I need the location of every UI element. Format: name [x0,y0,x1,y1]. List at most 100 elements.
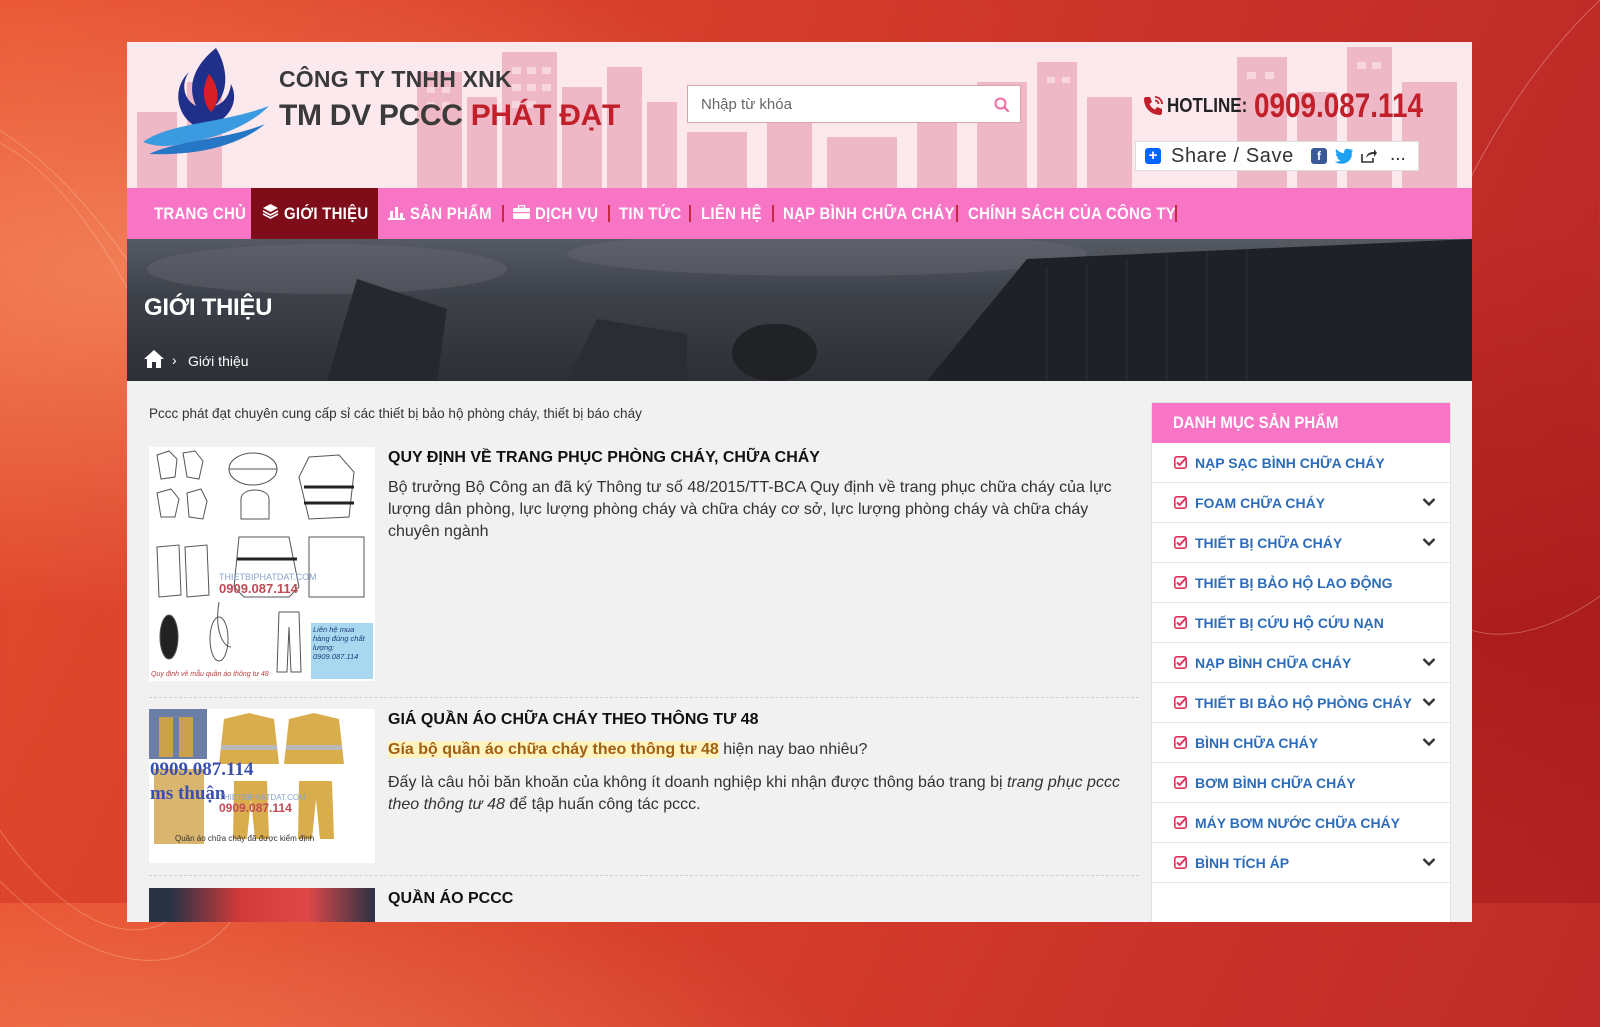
nav-item-contact[interactable]: LIÊN HỆ [701,188,770,239]
post-thumbnail[interactable]: THIETBIPHATDAT.COM 0909.087.114 Liên hệ … [149,447,375,681]
sidebar-item-label: THIẾT BỊ CỨU HỘ CỨU NẠN [1195,615,1384,631]
page-title: GIỚI THIỆU [144,294,273,321]
post-highlight: Gía bộ quần áo chữa cháy theo thông tư 4… [388,741,719,758]
share-more[interactable]: ... [1390,144,1406,166]
bar-chart-icon [388,207,405,220]
sidebar-item-label: THIẾT BI BẢO HỘ PHÒNG CHÁY [1195,695,1413,711]
post-excerpt: Bộ trưởng Bộ Công an đã ký Thông tư số 4… [388,479,1112,540]
page-container: CÔNG TY TNHH XNK TM DV PCCC PHÁT ĐẠT HOT… [127,42,1472,922]
check-square-icon [1174,816,1187,829]
post-item: QUẦN ÁO PCCC [149,888,1139,922]
company-name-line1: CÔNG TY TNHH XNK [279,66,512,92]
sidebar-item[interactable]: BƠM BÌNH CHỮA CHÁY [1152,763,1450,803]
thumb-name: ms thuận [150,783,226,804]
check-square-icon [1174,656,1187,669]
post-excerpt-paragraph: Đấy là câu hỏi băn khoăn của không ít do… [388,774,1120,813]
product-category-sidebar: DANH MỤC SẢN PHẨM NẠP SẠC BÌNH CHỮA CHÁY… [1151,402,1451,922]
nav-separator [502,205,504,222]
breadcrumb-current: Giới thiệu [188,353,249,369]
nav-item-services[interactable]: DỊCH VỤ [513,188,607,239]
sidebar-item-label: BÌNH CHỮA CHÁY [1195,735,1319,751]
nav-separator [608,205,610,222]
post-item: 0909.087.114 ms thuận THIETBIPHATDAT.COM… [149,709,1139,863]
post-title[interactable]: GIÁ QUẦN ÁO CHỮA CHÁY THEO THÔNG TƯ 48 [388,711,759,729]
post-thumbnail[interactable]: 0909.087.114 ms thuận THIETBIPHATDAT.COM… [149,709,375,863]
sidebar-item[interactable]: MÁY BƠM NƯỚC CHỮA CHÁY [1152,803,1450,843]
twitter-icon[interactable] [1334,148,1354,165]
check-square-icon [1174,616,1187,629]
check-square-icon [1174,456,1187,469]
thumb-phone: 0909.087.114 [150,759,254,780]
nav-item-policy[interactable]: CHÍNH SÁCH CỦA CÔNG TY [968,188,1204,239]
briefcase-icon [513,205,530,219]
company-name-prefix: TM DV PCCC [279,99,463,132]
sidebar-item[interactable]: THIẾT BỊ CHỮA CHÁY [1152,523,1450,563]
sidebar-item-label: BƠM BÌNH CHỮA CHÁY [1195,775,1356,791]
sidebar-item-label: FOAM CHỮA CHÁY [1195,495,1326,511]
thumb-caption: Quy định về mẫu quần áo thông tư 48 [151,671,269,678]
post-title[interactable]: QUY ĐỊNH VỀ TRANG PHỤC PHÒNG CHÁY, CHỮA … [388,449,820,467]
sidebar-item[interactable]: FOAM CHỮA CHÁY [1152,483,1450,523]
nav-item-home[interactable]: TRANG CHỦ [154,188,259,239]
sidebar-item[interactable]: BÌNH CHỮA CHÁY [1152,723,1450,763]
sidebar-title: DANH MỤC SẢN PHẨM [1152,403,1450,443]
search-icon[interactable] [992,95,1012,115]
company-name-accent: PHÁT ĐẠT [470,99,621,132]
sidebar-item-label: THIẾT BỊ CHỮA CHÁY [1195,535,1343,551]
sidebar-item-label: MÁY BƠM NƯỚC CHỮA CHÁY [1195,815,1401,831]
breadcrumb-chevron-icon: › [172,352,177,368]
chevron-down-icon[interactable] [1422,657,1436,667]
hotline-number[interactable]: 0909.087.114 [1254,87,1423,126]
chevron-down-icon[interactable] [1422,857,1436,867]
post-item: THIETBIPHATDAT.COM 0909.087.114 Liên hệ … [149,447,1139,681]
chevron-down-icon[interactable] [1422,737,1436,747]
search-box [687,85,1021,123]
sidebar-item-label: BÌNH TÍCH ÁP [1195,855,1290,871]
thumb-caption: Quần áo chữa cháy đã được kiểm định [175,834,315,843]
check-square-icon [1174,696,1187,709]
sidebar-item[interactable]: THIẾT BỊ CỨU HỘ CỨU NẠN [1152,603,1450,643]
intro-text: Pccc phát đạt chuyên cung cấp sỉ các thi… [149,406,642,421]
chevron-down-icon[interactable] [1422,697,1436,707]
nav-separator [956,205,958,222]
check-square-icon [1174,736,1187,749]
thumb-note: Liên hệ mua hàng đúng chất lượng: 0909.0… [313,625,365,661]
check-square-icon [1174,496,1187,509]
nav-item-products[interactable]: SẢN PHẨM [388,188,503,239]
phone-icon [1144,96,1163,115]
sidebar-item[interactable]: NẠP BÌNH CHỮA CHÁY [1152,643,1450,683]
sidebar-item[interactable]: NẠP SẠC BÌNH CHỮA CHÁY [1152,443,1450,483]
search-input[interactable] [688,86,994,122]
facebook-icon[interactable]: f [1311,148,1327,164]
chevron-down-icon[interactable] [1422,497,1436,507]
nav-item-about[interactable]: GIỚI THIỆU [251,188,378,239]
sidebar-item[interactable]: THIẾT BI BẢO HỘ PHÒNG CHÁY [1152,683,1450,723]
chevron-down-icon[interactable] [1422,537,1436,547]
banner-buildings-image [147,239,1472,381]
post-divider [149,875,1139,876]
post-divider [149,697,1139,698]
check-square-icon [1174,576,1187,589]
post-excerpt-tail: hiện nay bao nhiêu? [718,741,868,758]
sidebar-item-label: THIẾT BỊ BẢO HỘ LAO ĐỘNG [1195,575,1393,591]
share-save-button[interactable]: + Share / Save f ... [1135,141,1419,171]
nav-separator [1175,205,1177,222]
site-header: CÔNG TY TNHH XNK TM DV PCCC PHÁT ĐẠT HOT… [127,42,1472,188]
share-arrow-icon[interactable] [1360,148,1378,164]
home-icon[interactable] [143,349,165,369]
share-label: Share / Save [1171,145,1294,167]
sidebar-item[interactable]: THIẾT BỊ BẢO HỘ LAO ĐỘNG [1152,563,1450,603]
thumb-phone: 0909.087.114 [219,581,298,596]
page-banner: GIỚI THIỆU › Giới thiệu [127,239,1472,381]
nav-item-news[interactable]: TIN TỨC [619,188,690,239]
post-title[interactable]: QUẦN ÁO PCCC [388,890,513,908]
hotline-label: HOTLINE: [1167,95,1248,117]
post-thumbnail[interactable] [149,888,375,922]
company-logo [143,48,269,155]
nav-item-refill[interactable]: NẠP BÌNH CHỮA CHÁY [783,188,978,239]
sidebar-item[interactable]: BÌNH TÍCH ÁP [1152,843,1450,883]
check-square-icon [1174,536,1187,549]
check-square-icon [1174,776,1187,789]
company-name-line2: TM DV PCCC PHÁT ĐẠT [279,99,620,133]
post-excerpt: Gía bộ quần áo chữa cháy theo thông tư 4… [388,739,1130,761]
